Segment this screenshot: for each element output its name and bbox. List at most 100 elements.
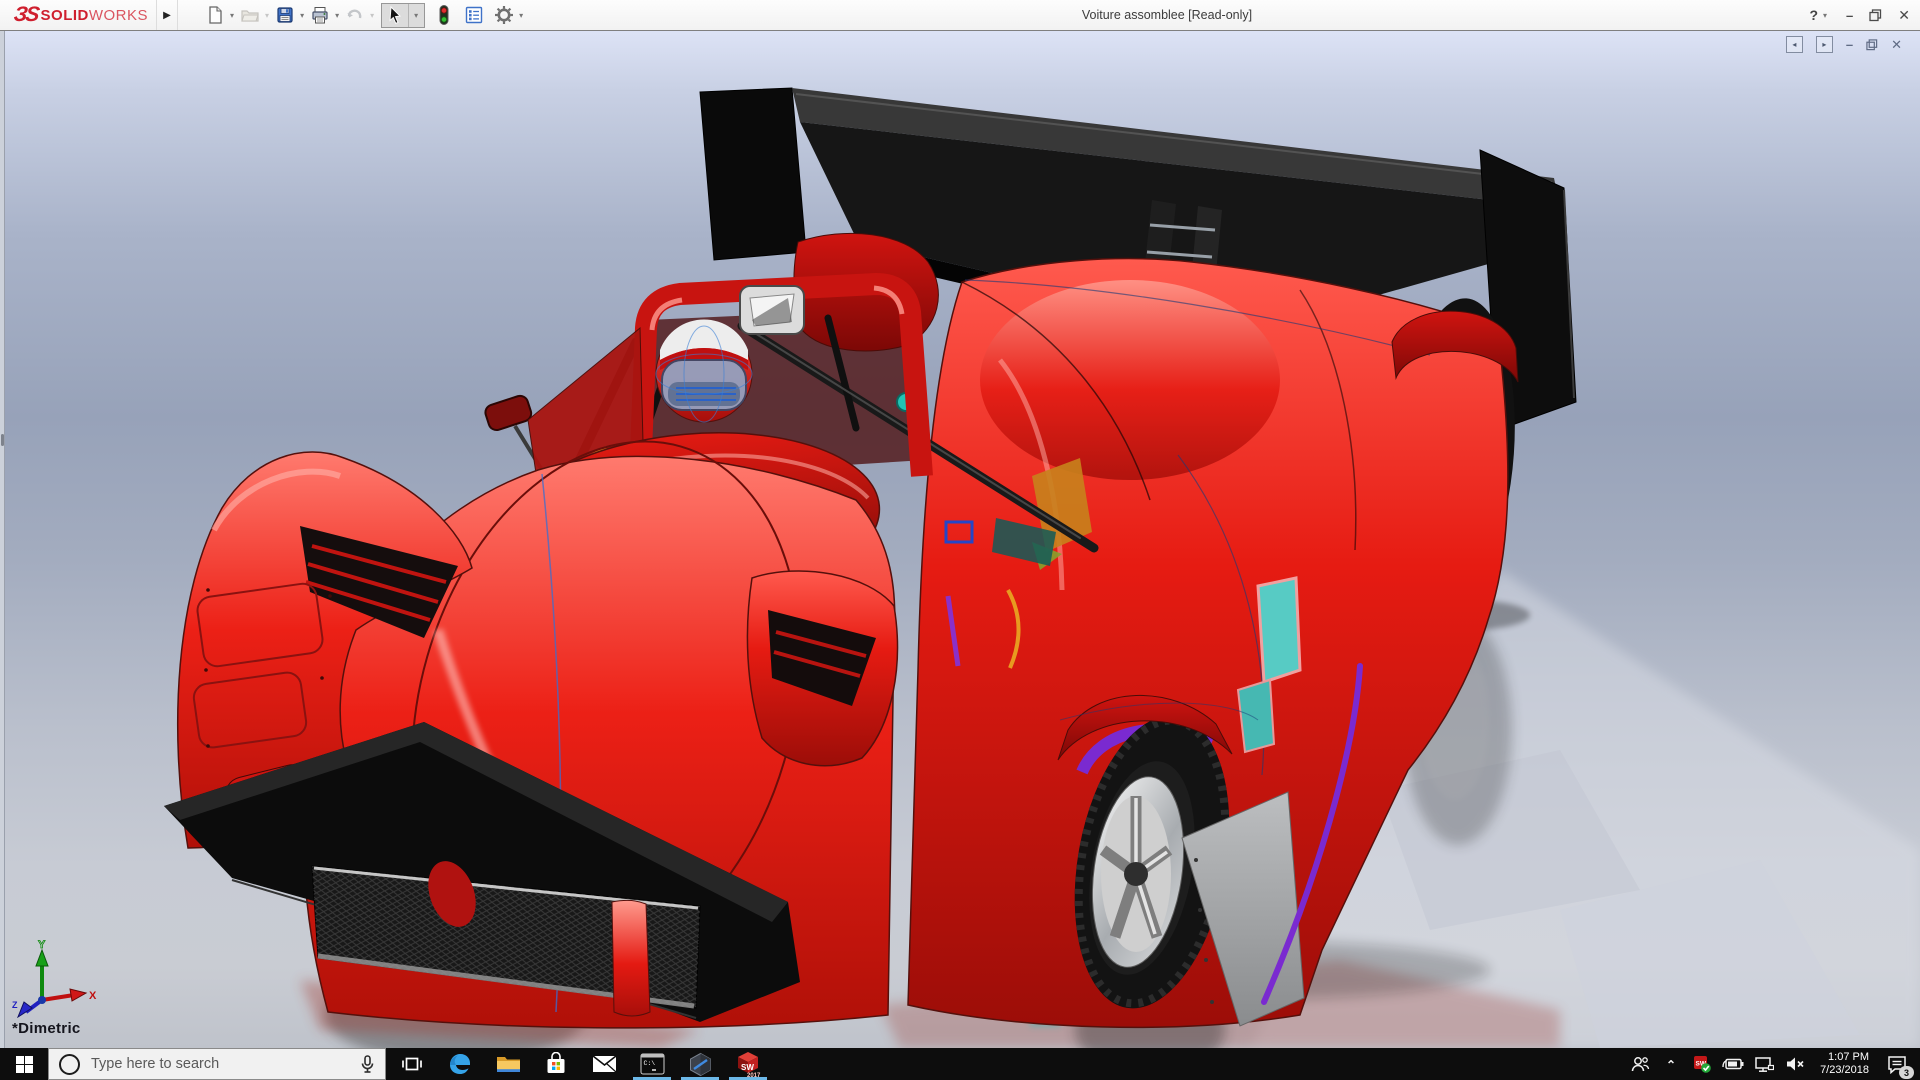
next-document-button[interactable]: ▸ — [1816, 36, 1833, 53]
triad-x-label: X — [89, 990, 97, 1002]
action-center-button[interactable]: 3 — [1882, 1049, 1912, 1079]
triad-y-label: Y — [38, 939, 46, 951]
windows-taskbar: C:\ SW 2017 — [0, 1048, 1920, 1080]
save-icon — [275, 5, 295, 25]
solidworks-logo: ЗS SOLID WORKS — [0, 0, 156, 30]
triad-x-arrow[interactable] — [70, 989, 86, 1001]
select-button[interactable] — [382, 4, 408, 27]
panel-splitter[interactable] — [0, 30, 5, 1048]
close-button[interactable]: ✕ — [1898, 7, 1910, 24]
search-input[interactable] — [89, 1055, 350, 1073]
file-properties-icon — [464, 5, 484, 25]
command-prompt-icon: C:\ — [640, 1053, 665, 1075]
solidworks-composer-button[interactable] — [676, 1048, 724, 1080]
minimize-button[interactable]: – — [1846, 8, 1853, 23]
solidworks-logo-mark: ЗS — [12, 3, 39, 27]
taskbar-search[interactable] — [48, 1048, 386, 1080]
store-button[interactable] — [532, 1048, 580, 1080]
document-close-button[interactable]: ✕ — [1891, 37, 1902, 53]
composer-hexagon-icon — [688, 1052, 713, 1077]
svg-text:C:\: C:\ — [643, 1060, 655, 1067]
open-dropdown-caret[interactable]: ▾ — [265, 11, 269, 20]
save-dropdown-caret[interactable]: ▾ — [300, 11, 304, 20]
undo-button[interactable] — [344, 3, 366, 27]
previous-document-button[interactable]: ◂ — [1786, 36, 1803, 53]
triad-z-label: Z — [12, 1000, 18, 1010]
tray-clock[interactable]: 1:07 PM 7/23/2018 — [1814, 1051, 1875, 1077]
rebuild-traffic-light-icon — [436, 4, 452, 26]
rebuild-button[interactable] — [435, 2, 453, 28]
command-prompt-button[interactable]: C:\ — [628, 1048, 676, 1080]
options-button[interactable] — [493, 3, 515, 27]
store-icon — [544, 1052, 568, 1076]
network-icon[interactable] — [1752, 1051, 1776, 1077]
svg-text:SW: SW — [741, 1063, 754, 1072]
intake-mirror-box — [740, 286, 804, 334]
cortana-icon — [59, 1054, 80, 1075]
triad-z-arrow[interactable] — [18, 1002, 32, 1017]
windows-logo-icon — [16, 1056, 33, 1073]
titlebar: ЗS SOLID WORKS ▶ ▾ ▾ — [0, 0, 1920, 31]
solidworks-monitor-tray-icon[interactable]: SW — [1690, 1051, 1714, 1077]
document-minimize-button[interactable]: – — [1846, 37, 1853, 52]
notification-badge: 3 — [1899, 1066, 1914, 1079]
tray-overflow-chevron[interactable]: ⌃ — [1659, 1052, 1683, 1078]
new-document-icon — [205, 5, 225, 25]
front-fender-right[interactable] — [747, 571, 897, 766]
file-explorer-button[interactable] — [484, 1048, 532, 1080]
file-properties-button[interactable] — [463, 3, 485, 27]
undo-dropdown-caret[interactable]: ▾ — [370, 11, 374, 20]
file-explorer-icon — [496, 1053, 521, 1075]
print-button[interactable] — [309, 3, 331, 27]
restore-icon — [1869, 9, 1882, 22]
grille-center-pillar — [612, 900, 650, 1016]
options-dropdown-caret[interactable]: ▾ — [519, 11, 523, 20]
solidworks-logo-solid: SOLID — [41, 7, 89, 24]
help-dropdown-caret[interactable]: ▾ — [1823, 11, 1827, 20]
mail-button[interactable] — [580, 1048, 628, 1080]
help-button[interactable]: ? — [1809, 7, 1818, 23]
solidworks-logo-works: WORKS — [89, 7, 148, 24]
volume-muted-icon[interactable] — [1783, 1051, 1807, 1077]
window-controls: ? ▾ – ✕ — [1809, 0, 1910, 30]
solidworks-2017-icon: SW 2017 — [735, 1051, 761, 1078]
tray-time: 1:07 PM — [1828, 1051, 1869, 1063]
new-document-button[interactable] — [204, 3, 226, 27]
restore-button[interactable] — [1869, 9, 1882, 22]
menu-flyout-arrow-icon[interactable]: ▶ — [156, 0, 178, 30]
system-tray: ⌃ SW — [1628, 1049, 1920, 1079]
power-battery-icon[interactable] — [1721, 1051, 1745, 1077]
document-restore-button[interactable] — [1866, 39, 1878, 51]
car-assembly-model[interactable] — [0, 30, 1920, 1048]
reference-triad[interactable]: Y X Z — [12, 938, 102, 1018]
driver-helmet — [656, 320, 752, 422]
select-dropdown-caret[interactable]: ▾ — [408, 4, 424, 27]
undo-icon — [345, 5, 365, 25]
mail-icon — [592, 1054, 617, 1074]
open-icon — [240, 5, 260, 25]
start-button[interactable] — [0, 1048, 48, 1080]
people-icon[interactable] — [1628, 1051, 1652, 1077]
new-dropdown-caret[interactable]: ▾ — [230, 11, 234, 20]
side-mirror-left — [483, 394, 533, 432]
tray-date: 7/23/2018 — [1820, 1064, 1869, 1076]
graphics-area[interactable]: ◂ ▸ – ✕ — [0, 30, 1920, 1048]
select-tool-group: ▾ — [381, 3, 425, 28]
select-cursor-icon — [386, 6, 404, 25]
gear-icon — [494, 5, 514, 25]
open-button[interactable] — [239, 3, 261, 27]
microphone-icon[interactable] — [360, 1055, 375, 1074]
edge-button[interactable] — [436, 1048, 484, 1080]
print-dropdown-caret[interactable]: ▾ — [335, 11, 339, 20]
task-view-button[interactable] — [388, 1048, 436, 1080]
panel-splitter-handle[interactable] — [1, 434, 4, 446]
edge-icon — [447, 1051, 473, 1077]
solidworks-2017-button[interactable]: SW 2017 — [724, 1048, 772, 1080]
taskbar-apps: C:\ SW 2017 — [388, 1048, 772, 1080]
quick-access-toolbar: ▾ ▾ ▾ — [204, 2, 526, 28]
triad-y-arrow[interactable] — [36, 950, 48, 966]
task-view-icon — [401, 1053, 423, 1075]
save-button[interactable] — [274, 3, 296, 27]
solidworks-window: ЗS SOLID WORKS ▶ ▾ ▾ — [0, 0, 1920, 1080]
window-title: Voiture assomblee [Read-only] — [1042, 0, 1292, 30]
